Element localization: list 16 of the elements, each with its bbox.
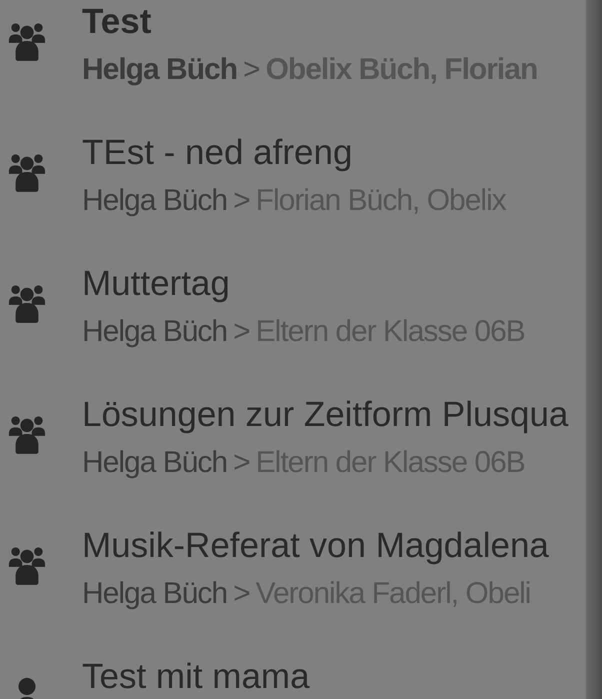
conversation-title: TEst - ned afreng [82, 133, 354, 173]
sender-name: Helga Büch [82, 52, 238, 88]
conversation-title: Test mit mama [82, 657, 310, 697]
conversation-title: Musik-Referat von Magdalena [82, 526, 549, 566]
sender-name: Helga Büch [82, 314, 228, 350]
arrow-separator: > [233, 314, 250, 350]
conversation-title: Muttertag [82, 264, 231, 304]
arrow-separator: > [233, 576, 250, 612]
sender-name: Helga Büch [82, 576, 228, 612]
sender-name: Helga Büch [82, 445, 228, 481]
conversation-title: Test [82, 2, 152, 42]
arrow-separator: > [233, 183, 250, 219]
conversation-title: Lösungen zur Zeitform Plusqua [82, 395, 568, 435]
arrow-separator: > [233, 445, 250, 481]
arrow-separator: > [243, 52, 260, 88]
sender-name: Helga Büch [82, 183, 228, 219]
